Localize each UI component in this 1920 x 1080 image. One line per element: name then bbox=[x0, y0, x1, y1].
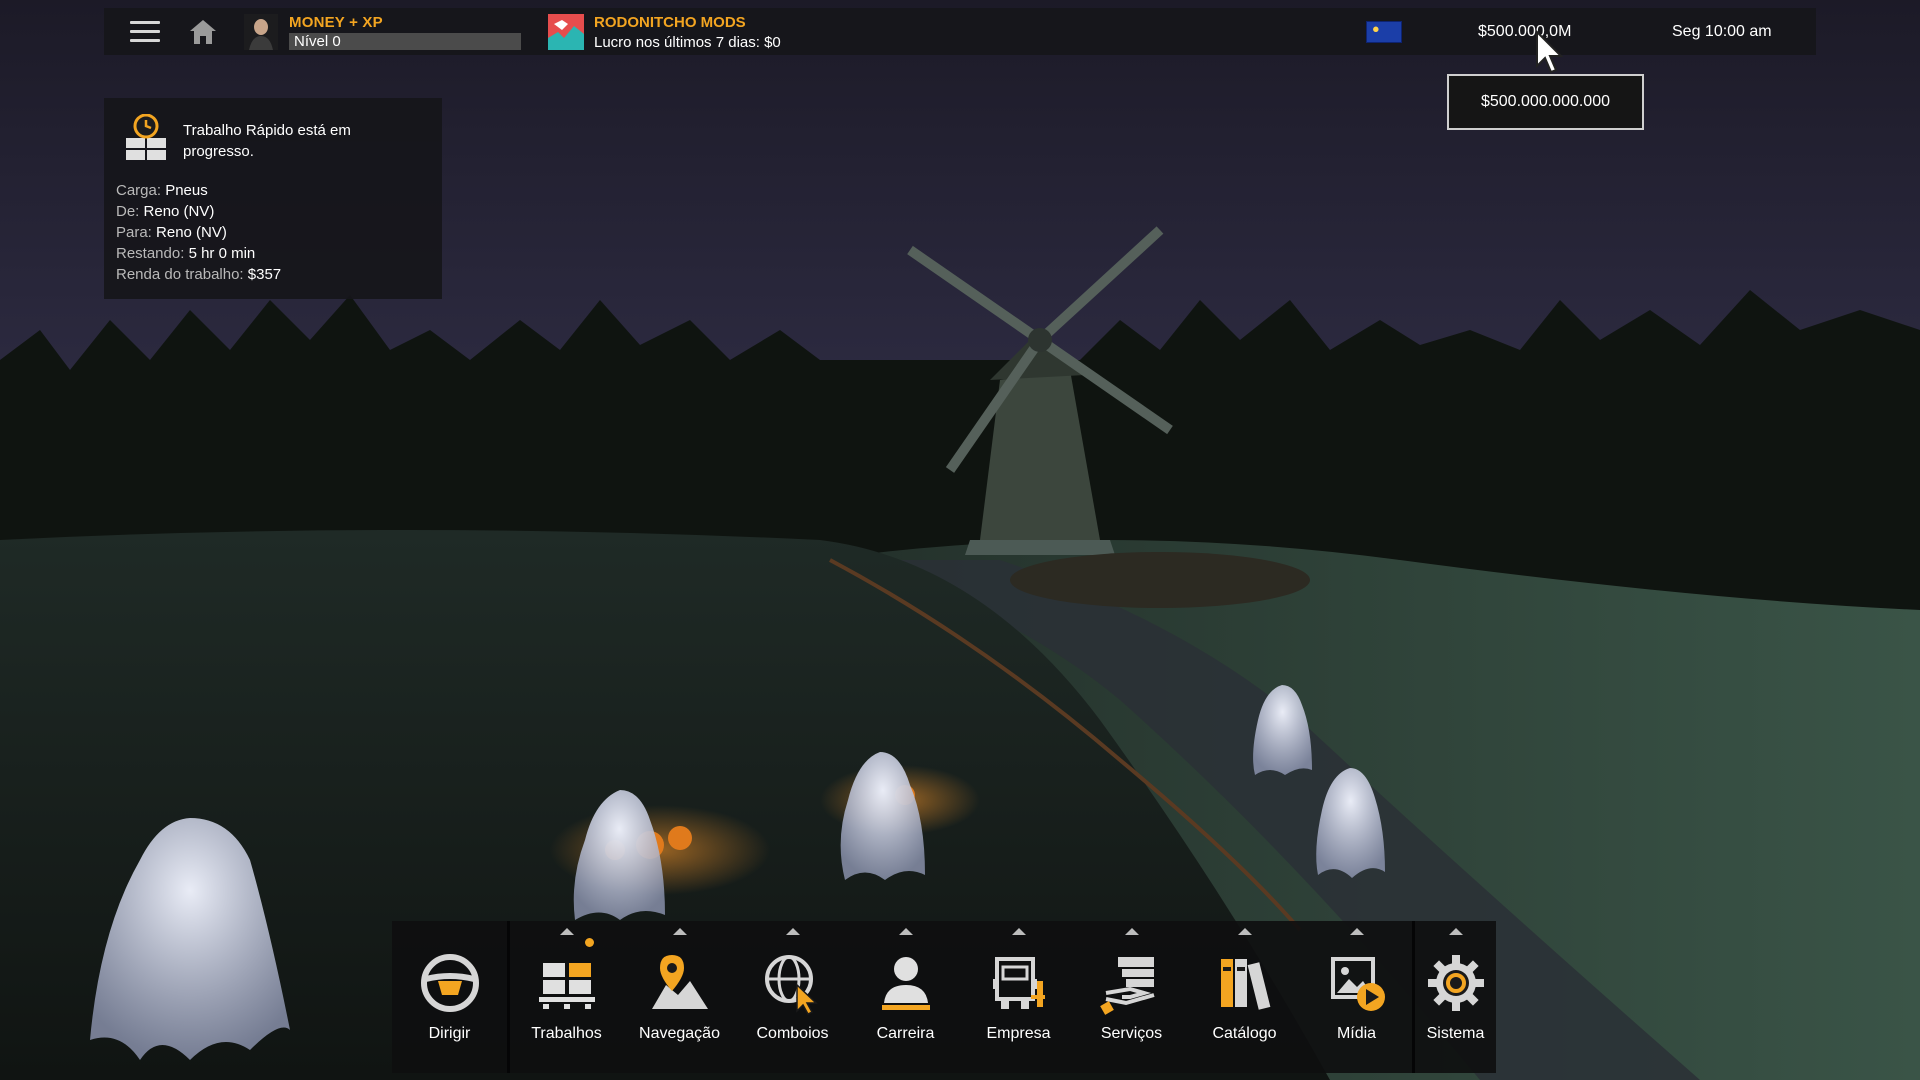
active-job-panel[interactable]: Trabalho Rápido está em progresso. Carga… bbox=[104, 98, 442, 299]
notification-dot bbox=[585, 938, 594, 947]
map-pin-icon bbox=[651, 955, 708, 1009]
hamburger-menu-icon[interactable] bbox=[130, 21, 160, 43]
dock-item-label: Comboios bbox=[756, 1025, 829, 1042]
dock-media-button[interactable]: Mídia bbox=[1301, 921, 1412, 1073]
game-clock: Seg 10:00 am bbox=[1672, 23, 1772, 40]
dock-item-label: Navegação bbox=[639, 1025, 720, 1042]
dock-company-button[interactable]: Empresa bbox=[962, 921, 1075, 1073]
job-status-text: Trabalho Rápido está em progresso. bbox=[183, 122, 351, 160]
person-icon bbox=[881, 957, 930, 1010]
caret-up-icon bbox=[785, 928, 800, 935]
profile-level-bar: Nível 0 bbox=[289, 33, 521, 50]
job-clock-cargo-icon bbox=[126, 114, 166, 160]
dock-services-button[interactable]: Serviços bbox=[1075, 921, 1188, 1073]
profile-avatar[interactable] bbox=[244, 14, 278, 50]
company-logo-icon[interactable] bbox=[548, 14, 584, 50]
dock-item-label: Sistema bbox=[1426, 1025, 1485, 1042]
caret-up-icon bbox=[1124, 928, 1139, 935]
caret-up-icon bbox=[898, 928, 913, 935]
media-play-icon bbox=[1330, 957, 1385, 1011]
mouse-cursor-icon bbox=[1536, 30, 1564, 74]
steering-wheel-icon bbox=[420, 954, 479, 1012]
cargo-pallet-icon bbox=[538, 963, 595, 1009]
dock-navigation-button[interactable]: Navegação bbox=[623, 921, 736, 1073]
profile-level: Nível 0 bbox=[294, 33, 341, 50]
company-name[interactable]: RODONITCHO MODS bbox=[594, 14, 746, 31]
dock-item-label: Serviços bbox=[1100, 1025, 1163, 1042]
dock-convoy-button[interactable]: Comboios bbox=[736, 921, 849, 1073]
caret-up-icon bbox=[1011, 928, 1026, 935]
job-details: Carga: Pneus De: Reno (NV) Para: Reno (N… bbox=[116, 180, 281, 285]
dock-item-label: Dirigir bbox=[428, 1025, 471, 1042]
company-profit: Lucro nos últimos 7 dias: $0 bbox=[594, 34, 781, 51]
dock-item-label: Catálogo bbox=[1212, 1025, 1277, 1042]
dock-item-label: Carreira bbox=[876, 1025, 935, 1042]
job-destination-row: Para: Reno (NV) bbox=[116, 224, 227, 241]
money-tooltip: $500.000.000.000 bbox=[1447, 74, 1644, 130]
profile-name[interactable]: MONEY + XP bbox=[289, 14, 383, 31]
caret-up-icon bbox=[672, 928, 687, 935]
dock-jobs-button[interactable]: Trabalhos bbox=[510, 921, 623, 1073]
caret-up-icon bbox=[1448, 928, 1463, 935]
truck-garage-icon bbox=[992, 957, 1045, 1009]
dock-system-button[interactable]: Sistema bbox=[1415, 921, 1496, 1073]
job-cargo-row: Carga: Pneus bbox=[116, 182, 208, 199]
dock-catalog-button[interactable]: Catálogo bbox=[1188, 921, 1301, 1073]
dock-item-label: Trabalhos bbox=[531, 1025, 602, 1042]
caret-up-icon bbox=[559, 928, 574, 935]
caret-up-icon bbox=[1349, 928, 1364, 935]
books-icon bbox=[1220, 959, 1270, 1010]
job-income-row: Renda do trabalho: $357 bbox=[116, 266, 282, 283]
globe-cursor-icon bbox=[764, 955, 818, 1015]
bottom-dock: Dirigir Trabalhos Navegação Comboios Car… bbox=[392, 921, 1496, 1073]
job-remaining-row: Restando: 5 hr 0 min bbox=[116, 245, 256, 262]
dock-drive-button[interactable]: Dirigir bbox=[392, 921, 507, 1073]
dock-item-label: Mídia bbox=[1336, 1025, 1377, 1042]
dock-career-button[interactable]: Carreira bbox=[849, 921, 962, 1073]
dock-item-label: Empresa bbox=[986, 1025, 1051, 1042]
gear-icon bbox=[1427, 955, 1484, 1011]
state-flag-icon bbox=[1366, 21, 1402, 43]
hand-service-icon bbox=[1099, 957, 1155, 1015]
caret-up-icon bbox=[1237, 928, 1252, 935]
job-origin-row: De: Reno (NV) bbox=[116, 203, 215, 220]
home-icon[interactable] bbox=[188, 18, 218, 46]
